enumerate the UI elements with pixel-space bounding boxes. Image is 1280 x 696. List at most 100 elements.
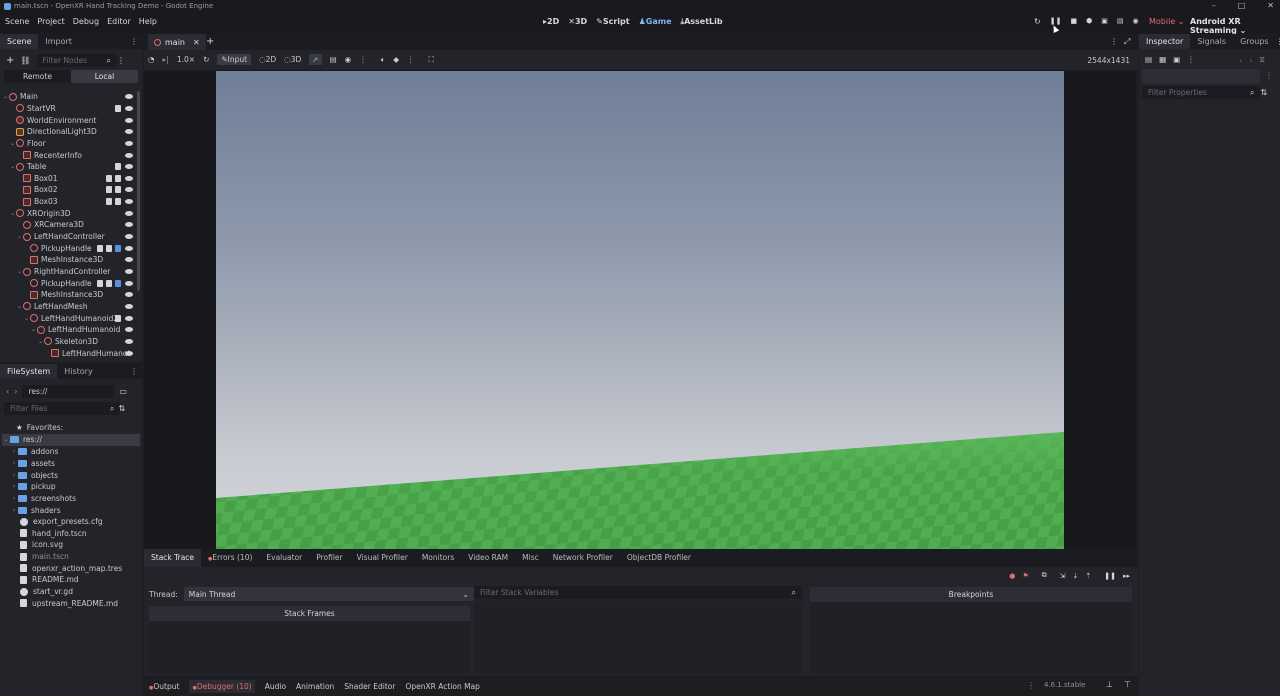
dock-menu-icon[interactable]: ⋮: [130, 37, 138, 46]
visibility-eye-icon[interactable]: [125, 303, 133, 309]
folder-item[interactable]: › addons: [10, 446, 59, 458]
scene-node[interactable]: ⌄ LeftHandController: [2, 231, 139, 243]
new-resource-icon[interactable]: ▤: [1145, 55, 1152, 64]
debugger-tab[interactable]: Visual Profiler: [350, 549, 415, 567]
select-mode-icon[interactable]: ➚: [309, 54, 322, 65]
menu-debug[interactable]: Debug: [73, 17, 99, 26]
bottom-panel-tab[interactable]: Audio: [265, 682, 286, 691]
tab-import[interactable]: Import: [38, 34, 79, 49]
debugger-tab[interactable]: ●Errors (10): [201, 549, 259, 567]
file-item[interactable]: README.md: [20, 574, 79, 586]
movie-maker-icon[interactable]: ◉: [1132, 17, 1138, 26]
folder-item[interactable]: › screenshots: [10, 493, 76, 505]
tab-inspector[interactable]: Inspector: [1139, 34, 1191, 49]
filter-nodes-input[interactable]: Filter Nodes: [36, 54, 117, 67]
suspend-icon[interactable]: ◔: [148, 55, 155, 64]
bottom-panel-tab[interactable]: ●Debugger (10): [189, 679, 255, 693]
expand-arrow-icon[interactable]: ⌄: [9, 163, 16, 170]
visibility-eye-icon[interactable]: [125, 140, 133, 146]
load-resource-icon[interactable]: ▦: [1159, 55, 1166, 64]
bottom-panel-tab[interactable]: Shader Editor: [344, 682, 395, 691]
scene-tab-main[interactable]: main ✕: [148, 34, 206, 50]
expand-arrow-icon[interactable]: ⌄: [37, 338, 44, 345]
debugger-tab[interactable]: Monitors: [415, 549, 461, 567]
back-icon[interactable]: ‹: [6, 387, 9, 396]
dock-menu-icon[interactable]: ⋮: [130, 367, 138, 376]
visibility-eye-icon[interactable]: [125, 199, 133, 205]
scene-node[interactable]: XRCamera3D: [2, 219, 139, 231]
next-frame-icon[interactable]: ▸|: [163, 55, 169, 64]
list-select-icon[interactable]: ▤: [330, 55, 337, 64]
scene-node[interactable]: ⌄ Floor: [2, 138, 139, 150]
visibility-icon[interactable]: ◉: [345, 55, 352, 64]
node-indicator-icon[interactable]: [115, 279, 121, 287]
visibility-eye-icon[interactable]: [125, 187, 133, 193]
file-item[interactable]: hand_info.tscn: [20, 528, 87, 540]
run-current-scene-icon[interactable]: ▣: [1101, 17, 1108, 26]
scene-node[interactable]: MeshInstance3D: [2, 289, 139, 301]
visibility-eye-icon[interactable]: [125, 269, 133, 275]
menu-project[interactable]: Project: [37, 17, 64, 26]
node-indicator-icon[interactable]: [115, 244, 121, 252]
step-out-icon[interactable]: ⇡: [1085, 572, 1091, 580]
visibility-eye-icon[interactable]: [125, 234, 133, 240]
main-screen-3d[interactable]: ✕3D: [568, 17, 587, 27]
embed-options-icon[interactable]: ⛶: [428, 55, 433, 65]
expand-arrow-icon[interactable]: ⌄: [9, 140, 16, 147]
res-root-item[interactable]: ⌄ res://: [2, 434, 140, 446]
expand-arrow-icon[interactable]: ›: [10, 495, 18, 502]
scene-node[interactable]: Box01: [2, 173, 139, 185]
step-over-icon[interactable]: ⇣: [1072, 572, 1078, 580]
scene-node[interactable]: LeftHandHumanoi: [2, 347, 139, 359]
path-field[interactable]: res://: [22, 385, 115, 398]
run-target-selector[interactable]: Android XR Streaming ⌄: [1190, 17, 1280, 35]
folder-item[interactable]: › pickup: [10, 481, 56, 493]
object-menu-icon[interactable]: ⋮: [1265, 71, 1273, 80]
pin-icon[interactable]: ⊥: [1106, 680, 1113, 689]
object-selector[interactable]: [1142, 69, 1260, 84]
node-indicator-icon[interactable]: [115, 163, 121, 171]
run-specific-scene-icon[interactable]: ▤: [1117, 17, 1124, 26]
visibility-eye-icon[interactable]: [125, 152, 133, 158]
remote-deploy-icon[interactable]: ⬢: [1086, 17, 1092, 26]
visibility-eye-icon[interactable]: [125, 327, 133, 333]
file-item[interactable]: openxr_action_map.tres: [20, 563, 122, 575]
scene-node[interactable]: ⌄ LeftHandHumanoid2: [2, 312, 139, 324]
local-tab[interactable]: Local: [71, 70, 138, 83]
scene-node[interactable]: StartVR: [2, 103, 139, 115]
speed-selector[interactable]: 1.0×: [177, 55, 195, 64]
node-indicator-icon[interactable]: [115, 198, 121, 206]
visibility-eye-icon[interactable]: [125, 350, 133, 356]
history-forward-icon[interactable]: ›: [1249, 56, 1252, 65]
node-indicator-icon[interactable]: [97, 279, 103, 287]
folder-item[interactable]: › shaders: [10, 504, 61, 516]
expand-arrow-icon[interactable]: ⌄: [16, 233, 23, 240]
game-view[interactable]: [216, 71, 1064, 549]
menu-scene[interactable]: Scene: [5, 17, 29, 26]
scene-node[interactable]: RecenterInfo: [2, 149, 139, 161]
filter-properties-input[interactable]: Filter Properties: [1142, 86, 1260, 99]
history-back-icon[interactable]: ‹: [1239, 56, 1242, 65]
distraction-free-icon[interactable]: ⤢: [1124, 37, 1130, 47]
tab-history[interactable]: History: [57, 364, 99, 379]
renderer-selector[interactable]: Mobile ⌄: [1149, 17, 1185, 26]
minimize-icon[interactable]: –: [1212, 1, 1216, 10]
stack-frames-list[interactable]: [149, 621, 470, 673]
visibility-eye-icon[interactable]: [125, 117, 133, 123]
scene-node[interactable]: Box03: [2, 196, 139, 208]
expand-arrow-icon[interactable]: ›: [10, 483, 18, 490]
scene-node[interactable]: ⌄ Skeleton3D: [2, 336, 139, 348]
scene-node[interactable]: ⌄ RightHandController: [2, 266, 139, 278]
visibility-eye-icon[interactable]: [125, 338, 133, 344]
visibility-eye-icon[interactable]: [125, 315, 133, 321]
thread-selector[interactable]: Main Thread ⌄: [183, 587, 474, 601]
object-history-icon[interactable]: ⧖: [1259, 55, 1265, 65]
save-resource-icon[interactable]: ▣: [1173, 55, 1180, 64]
expand-arrow-icon[interactable]: ⌄: [30, 326, 37, 333]
expand-arrow-icon[interactable]: ›: [10, 460, 18, 467]
file-item[interactable]: start_vr.gd: [20, 586, 73, 598]
scene-node[interactable]: MeshInstance3D: [2, 254, 139, 266]
node-indicator-icon[interactable]: [106, 198, 112, 206]
bottom-panel-tab[interactable]: OpenXR Action Map: [405, 682, 479, 691]
debugger-tab[interactable]: Network Profiler: [546, 549, 620, 567]
